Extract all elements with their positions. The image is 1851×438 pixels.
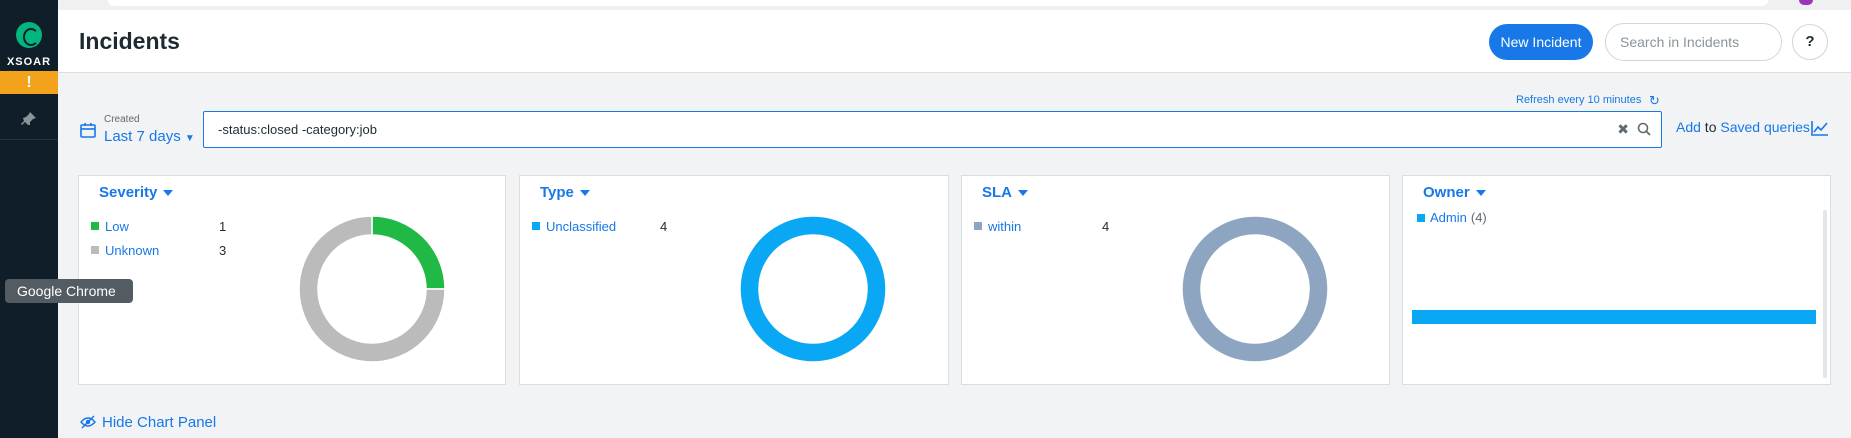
calendar-icon	[80, 123, 96, 138]
eye-slash-icon	[80, 415, 96, 429]
legend-item[interactable]: Admin (4)	[1417, 210, 1487, 225]
owner-scrollbar[interactable]	[1823, 210, 1827, 378]
severity-panel: Severity Low 1 Unknown 3	[78, 175, 506, 385]
type-title[interactable]: Type	[540, 184, 590, 201]
legend-item[interactable]: Unclassified 4	[532, 219, 667, 234]
legend-item[interactable]: Low 1	[91, 219, 226, 234]
help-button[interactable]: ?	[1792, 24, 1828, 60]
new-incident-button[interactable]: New Incident	[1489, 24, 1593, 60]
legend-item[interactable]: Unknown 3	[91, 243, 226, 258]
search-icon[interactable]	[1637, 122, 1651, 136]
pin-button[interactable]	[0, 96, 58, 140]
owner-panel: Owner Admin (4)	[1402, 175, 1831, 385]
sla-title[interactable]: SLA	[982, 184, 1028, 201]
created-value-text: Last 7 days	[104, 128, 181, 145]
legend-item[interactable]: within 4	[974, 219, 1109, 234]
legend-label: Unknown	[105, 243, 160, 258]
address-bar-edge	[108, 0, 1768, 6]
to-text: to	[1700, 119, 1721, 135]
query-input[interactable]: -status:closed -category:job ✖	[203, 111, 1662, 148]
legend-swatch	[532, 222, 540, 230]
legend-swatch	[974, 222, 982, 230]
legend-swatch	[91, 222, 99, 230]
owner-bar-admin[interactable]	[1412, 310, 1816, 324]
donut-slice-low[interactable]	[371, 215, 446, 290]
refresh-icon[interactable]: ↻	[1649, 93, 1660, 109]
legend-count: (4)	[1470, 210, 1487, 225]
browser-strip	[58, 0, 1851, 10]
legend-label: Unclassified	[546, 219, 617, 234]
sidebar: XSOAR !	[0, 0, 58, 438]
search-input[interactable]: Search in Incidents	[1605, 23, 1782, 61]
tooltip: Google Chrome	[5, 279, 133, 303]
chevron-down-icon: ▼	[184, 133, 195, 144]
sla-donut-chart	[1181, 215, 1329, 363]
chart-line-icon[interactable]	[1811, 120, 1829, 136]
sla-panel: SLA within 4	[961, 175, 1390, 385]
owner-title[interactable]: Owner	[1423, 184, 1486, 201]
legend-count: 4	[660, 219, 668, 234]
query-text: -status:closed -category:job	[218, 122, 377, 137]
profile-avatar[interactable]	[1799, 0, 1813, 5]
legend-label: Admin	[1430, 210, 1467, 225]
donut-slice-unclassified[interactable]	[739, 215, 887, 363]
severity-title[interactable]: Severity	[99, 184, 173, 201]
hide-chart-panel-label: Hide Chart Panel	[102, 414, 217, 431]
clear-icon[interactable]: ✖	[1617, 121, 1629, 138]
alert-indicator[interactable]: !	[0, 71, 58, 94]
legend-swatch	[91, 246, 99, 254]
type-donut-chart	[739, 215, 887, 363]
logo-text: XSOAR	[6, 56, 52, 68]
legend-swatch	[1417, 214, 1425, 222]
type-panel: Type Unclassified 4	[519, 175, 949, 385]
pin-icon	[21, 112, 36, 125]
donut-slice-within[interactable]	[1181, 215, 1329, 363]
legend-label: Low	[105, 219, 129, 234]
saved-queries-link[interactable]: Saved queries	[1720, 119, 1810, 135]
legend-label: within	[988, 219, 1022, 234]
save-query: Add to Saved queries	[1676, 119, 1810, 135]
page-header: Incidents New Incident Search in Inciden…	[58, 10, 1851, 73]
page-title: Incidents	[79, 28, 180, 54]
legend-count: 1	[219, 219, 227, 234]
refresh-interval[interactable]: Refresh every 10 minutes	[1516, 94, 1641, 106]
created-label: Created	[104, 114, 140, 125]
legend-count: 4	[1102, 219, 1110, 234]
xsoar-logo[interactable]: XSOAR	[0, 14, 58, 70]
add-link[interactable]: Add	[1676, 119, 1701, 135]
hide-chart-panel-link[interactable]: Hide Chart Panel	[80, 414, 216, 431]
xsoar-logo-icon	[16, 22, 42, 48]
legend-count: 3	[219, 243, 227, 258]
severity-donut-chart	[298, 215, 446, 363]
created-value[interactable]: Last 7 days ▼	[104, 128, 195, 145]
